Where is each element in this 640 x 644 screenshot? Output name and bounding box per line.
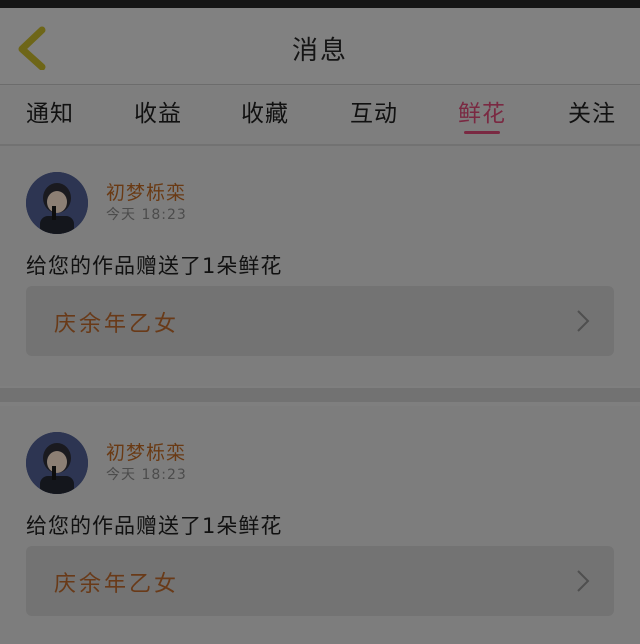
message-text: 给您的作品赠送了1朵鲜花 — [26, 254, 283, 278]
tab-interaction[interactable]: 互动 — [350, 94, 398, 128]
avatar[interactable] — [26, 172, 88, 234]
work-title: 庆余年乙女 — [54, 312, 180, 337]
page-title: 消息 — [291, 36, 348, 66]
work-link[interactable]: 庆余年乙女 — [26, 546, 614, 616]
tab-notice[interactable]: 通知 — [26, 94, 74, 128]
active-tab-indicator — [464, 131, 500, 134]
top-bar: 消息 — [0, 8, 640, 85]
chevron-right-icon — [577, 570, 590, 592]
tab-favorites[interactable]: 收藏 — [241, 94, 289, 128]
tab-bar: 通知 收益 收藏 互动 鲜花 关注 — [0, 86, 640, 144]
username[interactable]: 初梦栎栾 — [106, 178, 186, 205]
work-title: 庆余年乙女 — [54, 572, 180, 597]
message-card: 初梦栎栾 今天 18:23 给您的作品赠送了1朵鲜花 庆余年乙女 — [0, 146, 640, 386]
tab-earnings[interactable]: 收益 — [134, 94, 182, 128]
section-divider — [0, 388, 640, 402]
message-card: 初梦栎栾 今天 18:23 给您的作品赠送了1朵鲜花 庆余年乙女 — [0, 406, 640, 644]
timestamp: 今天 18:23 — [106, 467, 187, 483]
username[interactable]: 初梦栎栾 — [106, 438, 186, 465]
message-text: 给您的作品赠送了1朵鲜花 — [26, 514, 283, 538]
tab-flowers[interactable]: 鲜花 — [458, 94, 506, 128]
chevron-right-icon — [577, 310, 590, 332]
timestamp: 今天 18:23 — [106, 207, 187, 223]
status-bar — [0, 0, 640, 8]
work-link[interactable]: 庆余年乙女 — [26, 286, 614, 356]
avatar-image — [26, 432, 88, 494]
avatar[interactable] — [26, 432, 88, 494]
tab-follow[interactable]: 关注 — [568, 94, 616, 128]
avatar-image — [26, 172, 88, 234]
